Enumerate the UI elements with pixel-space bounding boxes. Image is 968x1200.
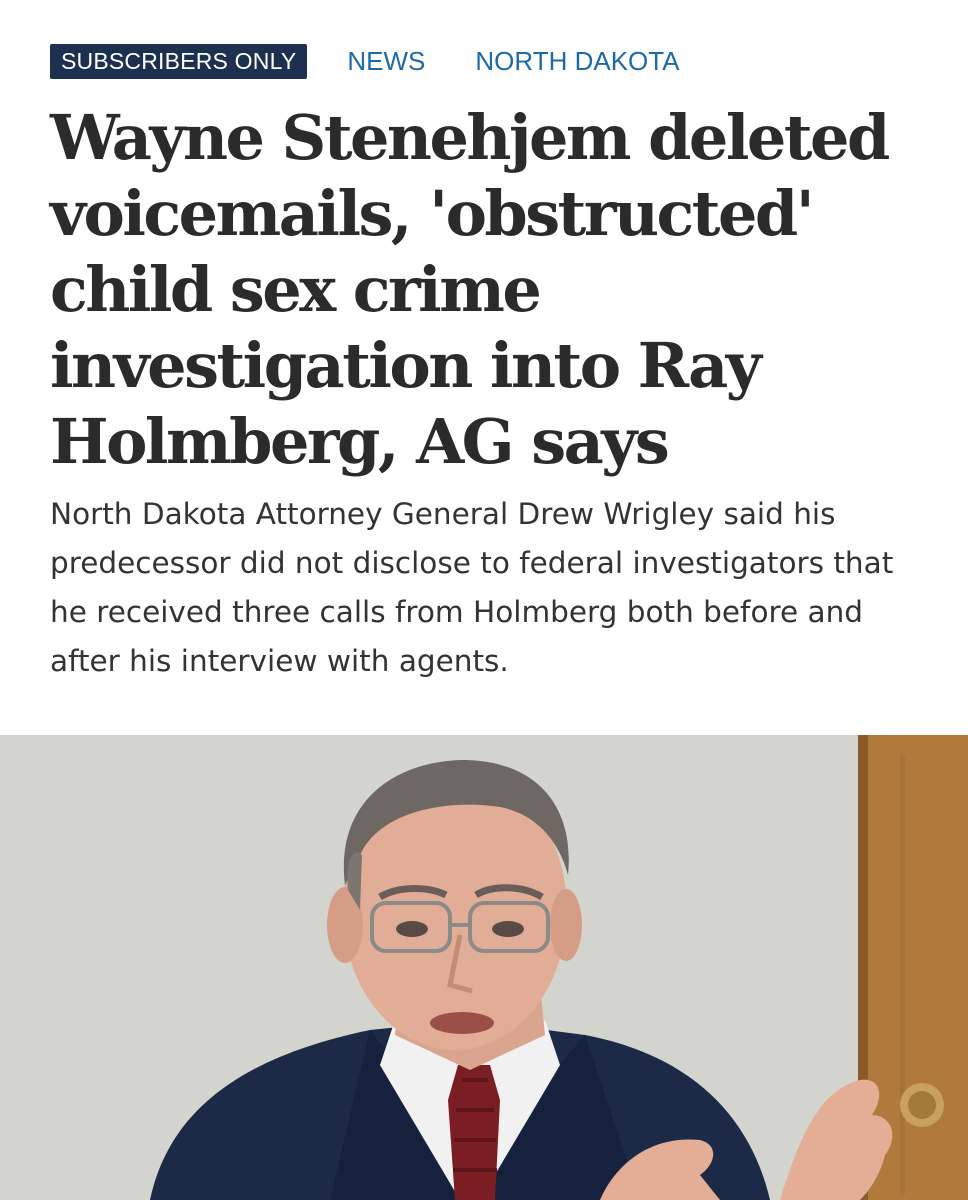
article-headline[interactable]: Wayne Stenehjem deleted voicemails, 'obs…: [50, 100, 940, 480]
article-photo-illustration: [0, 735, 968, 1200]
article-photo[interactable]: [0, 735, 968, 1200]
article-tags: SUBSCRIBERS ONLY NEWS NORTH DAKOTA: [50, 44, 680, 79]
tag-news-link[interactable]: NEWS: [347, 44, 425, 79]
tag-north-dakota-link[interactable]: NORTH DAKOTA: [475, 44, 679, 79]
subscribers-only-badge[interactable]: SUBSCRIBERS ONLY: [50, 44, 308, 79]
article-summary: North Dakota Attorney General Drew Wrigl…: [50, 497, 894, 678]
